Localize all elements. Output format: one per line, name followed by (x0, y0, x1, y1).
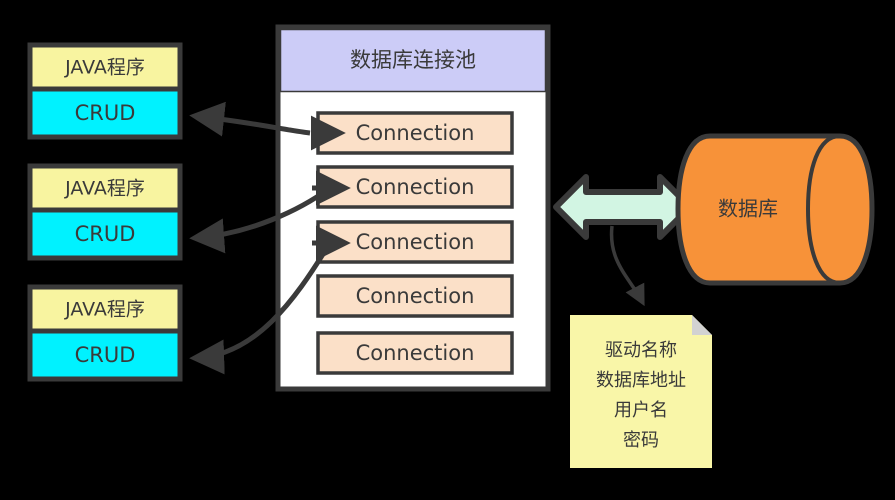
connection-item-4[interactable]: Connection (316, 274, 514, 318)
pool-database-double-arrow (553, 174, 693, 240)
client-block-1[interactable]: JAVA程序 CRUD (27, 42, 183, 140)
note-folded-corner-icon (692, 315, 712, 335)
client-3-title-label: JAVA程序 (64, 299, 145, 321)
connection-4-label: Connection (356, 284, 475, 308)
database-config-arrow (609, 225, 645, 307)
connection-2-label: Connection (356, 175, 475, 199)
connection-pool-diagram: JAVA程序 CRUD JAVA程序 CRUD JAVA程序 CRUD 数据库连… (27, 24, 875, 468)
note-line-2: 数据库地址 (596, 370, 686, 391)
note-line-3: 用户名 (614, 400, 668, 421)
connection-item-2[interactable]: Connection (316, 165, 514, 209)
connection-item-1[interactable]: Connection (316, 111, 514, 155)
arrow-to-config-note (609, 225, 645, 307)
client-1-operation-label: CRUD (75, 101, 136, 125)
client-3-operation-label: CRUD (75, 343, 136, 367)
connection-item-3[interactable]: Connection (316, 220, 514, 264)
bidirectional-arrow-icon (553, 174, 693, 240)
database-cylinder[interactable]: 数据库 (675, 133, 875, 286)
connection-5-label: Connection (356, 341, 475, 365)
pool-header-label: 数据库连接池 (350, 48, 476, 72)
database-label: 数据库 (718, 197, 778, 221)
note-line-1: 驱动名称 (605, 340, 677, 361)
client-block-3[interactable]: JAVA程序 CRUD (27, 284, 183, 382)
connection-item-5[interactable]: Connection (316, 331, 514, 375)
config-note[interactable]: 驱动名称 数据库地址 用户名 密码 (570, 315, 712, 468)
connection-3-label: Connection (356, 230, 475, 254)
client-2-title-label: JAVA程序 (64, 178, 145, 200)
connection-1-label: Connection (356, 121, 475, 145)
client-1-title-label: JAVA程序 (64, 57, 145, 79)
note-line-4: 密码 (623, 430, 659, 451)
client-2-operation-label: CRUD (75, 222, 136, 246)
client-block-2[interactable]: JAVA程序 CRUD (27, 163, 183, 261)
connection-pool-container[interactable]: 数据库连接池 Connection Connection Connection … (275, 24, 551, 392)
diagram-canvas: JAVA程序 CRUD JAVA程序 CRUD JAVA程序 CRUD 数据库连… (0, 0, 895, 500)
